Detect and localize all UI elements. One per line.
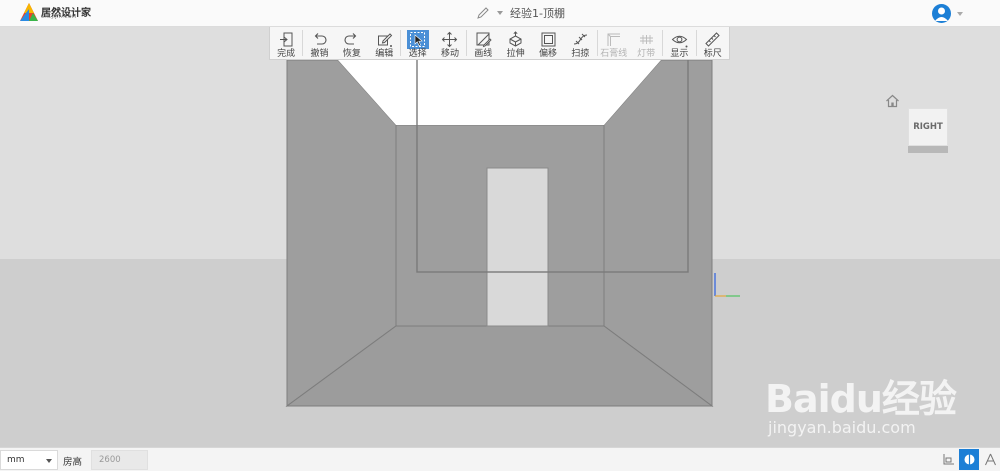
user-menu-chevron-icon[interactable]	[956, 10, 964, 18]
plan-view-icon	[943, 454, 954, 465]
tool-draw-line[interactable]: 画线	[467, 27, 499, 60]
tool-move[interactable]: 移动	[434, 27, 466, 60]
select-icon	[410, 32, 426, 47]
walkthrough-view-button[interactable]	[980, 449, 1000, 470]
user-icon	[935, 7, 948, 21]
tool-label: 移动	[440, 49, 459, 59]
view-cube[interactable]: RIGHT	[908, 108, 948, 154]
3d-viewport-scene[interactable]	[280, 60, 720, 410]
tool-edit[interactable]: 编辑	[368, 27, 400, 60]
room-height-input[interactable]: 2600	[91, 450, 148, 470]
tool-extrude[interactable]: 拉伸	[499, 27, 531, 60]
edit-toolbar: 完成 撤销 恢复 编辑 选择 移动 画线 拉伸 偏移 扫掠 石膏线 灯带 显示 …	[269, 27, 730, 60]
move-icon	[442, 31, 458, 48]
tool-offset[interactable]: 偏移	[532, 27, 564, 60]
chevron-down-icon	[46, 459, 52, 463]
plan-view-button[interactable]	[938, 449, 958, 470]
edit-icon	[377, 33, 392, 47]
user-avatar[interactable]	[932, 4, 951, 23]
ruler-icon	[705, 32, 720, 47]
pencil-icon[interactable]	[476, 6, 490, 20]
offset-icon	[541, 32, 555, 47]
plaster-line-icon	[607, 33, 621, 46]
unit-select[interactable]: mm	[0, 450, 58, 470]
doorway	[486, 167, 549, 327]
bottom-bar: mm 房高 2600	[0, 447, 1000, 471]
tool-select[interactable]: 选择	[401, 27, 433, 60]
tool-label: 画线	[474, 49, 493, 59]
finish-icon	[279, 32, 293, 47]
tool-label: 撤销	[310, 49, 329, 59]
tool-label: 编辑	[375, 49, 394, 59]
logo-mark-icon	[20, 3, 38, 21]
tool-label: 恢复	[342, 49, 361, 59]
tool-label: 拉伸	[506, 49, 525, 59]
tool-label: 石膏线	[600, 49, 628, 59]
view-cube-base	[908, 146, 948, 153]
chevron-down-icon[interactable]	[496, 9, 504, 17]
tool-label: 偏移	[539, 49, 558, 59]
unit-value: mm	[7, 455, 25, 465]
baidu-watermark: Baidu经验 jingyan.baidu.com	[765, 368, 985, 446]
draw-line-icon	[476, 32, 492, 48]
home-icon[interactable]	[885, 94, 900, 108]
tool-plaster-line[interactable]: 石膏线	[598, 27, 630, 60]
tool-undo[interactable]: 撤销	[303, 27, 335, 60]
tool-label: 灯带	[637, 49, 656, 59]
tool-display[interactable]: 显示	[663, 27, 695, 60]
app-logo[interactable]: 居然设计家 SHEJIJIA.COM	[20, 3, 100, 24]
tool-sweep[interactable]: 扫掠	[564, 27, 596, 60]
tool-light-strip[interactable]: 灯带	[630, 27, 662, 60]
watermark-url: jingyan.baidu.com	[768, 418, 916, 437]
undo-icon	[314, 33, 327, 45]
axis-gizmo	[714, 273, 740, 297]
watermark-text: Baidu经验	[765, 377, 957, 421]
top-bar: 居然设计家 SHEJIJIA.COM 经验1-顶棚	[0, 0, 1000, 27]
tool-label: 标尺	[703, 49, 722, 59]
extrude-icon	[509, 31, 522, 47]
tool-label: 选择	[408, 49, 427, 59]
sweep-icon	[573, 33, 587, 45]
document-title-area[interactable]: 经验1-顶棚	[476, 4, 565, 22]
3d-view-icon	[964, 454, 974, 465]
tool-label: 扫掠	[571, 49, 590, 59]
light-strip-icon	[639, 35, 653, 44]
tool-label: 完成	[277, 49, 296, 59]
redo-icon	[344, 33, 357, 45]
view-cube-face[interactable]: RIGHT	[908, 108, 948, 146]
tool-finish[interactable]: 完成	[270, 27, 302, 60]
room-height-label: 房高	[63, 457, 83, 468]
eye-icon	[671, 35, 688, 48]
logo-subtitle: SHEJIJIA.COM	[41, 15, 77, 20]
document-title: 经验1-顶棚	[510, 7, 565, 20]
tool-redo[interactable]: 恢复	[336, 27, 368, 60]
tool-label: 显示	[670, 49, 689, 59]
walkthrough-view-icon	[984, 453, 996, 466]
3d-view-button[interactable]	[959, 449, 979, 470]
tool-ruler[interactable]: 标尺	[697, 27, 729, 60]
